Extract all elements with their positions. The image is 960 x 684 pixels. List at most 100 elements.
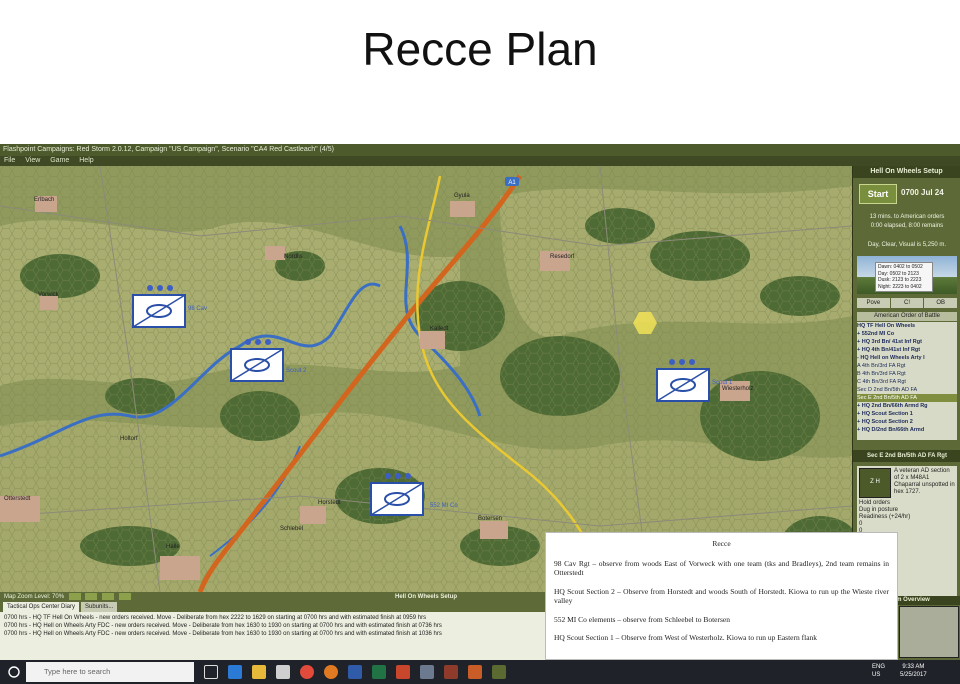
- minimap[interactable]: [899, 606, 959, 658]
- app-icon[interactable]: [444, 665, 458, 679]
- game-icon[interactable]: [492, 665, 506, 679]
- unit-label: 552 MI Co: [430, 503, 458, 509]
- clock-time: 9:33 AM: [902, 664, 925, 670]
- oob-item-selected[interactable]: Sec E 2nd Bn/5th AD FA: [857, 394, 957, 402]
- app-icon[interactable]: [420, 665, 434, 679]
- tab-c[interactable]: C!: [890, 298, 924, 308]
- store-icon[interactable]: [276, 665, 290, 679]
- slide-title: Recce Plan: [362, 23, 598, 75]
- note-item: HQ Scout Section 1 – Observe from West o…: [554, 633, 818, 642]
- taskbar-search[interactable]: Type here to search: [26, 662, 194, 682]
- elapsed-time: 0:00 elapsed, 8:00 remains: [870, 223, 944, 229]
- oob-item[interactable]: + 552nd MI Co: [857, 330, 957, 338]
- word-icon[interactable]: [348, 665, 362, 679]
- region-code: US: [872, 672, 881, 678]
- daylight-line: Dawn: 0402 to 0502: [878, 264, 923, 270]
- unit-label: Scout 2: [286, 368, 307, 374]
- recce-symbol-icon: [656, 368, 710, 402]
- town-label: Vorwick: [38, 292, 59, 298]
- town-label: Kalledt: [430, 326, 449, 332]
- town-label: Otterstedt: [4, 496, 31, 502]
- unit-label: 98 Cav: [188, 306, 208, 312]
- system-clock[interactable]: 9:33 AM 5/25/2017: [900, 663, 927, 679]
- unit-image: Z H: [859, 468, 891, 498]
- unit-line: 0: [859, 521, 863, 527]
- menu-view[interactable]: View: [25, 157, 40, 164]
- town-label: Horstedt: [318, 500, 341, 506]
- town-label: Nordlis: [284, 254, 303, 260]
- town-label: Halle: [166, 544, 180, 550]
- start-button[interactable]: Start: [859, 184, 897, 204]
- note-item: 98 Cav Rgt – observe from woods East of …: [554, 558, 889, 578]
- town-label: Wiesterholz: [722, 386, 754, 392]
- lang-code: ENG: [872, 664, 886, 670]
- oob-tree: HQ TF Hell On Wheels + 552nd MI Co + HQ …: [857, 322, 957, 440]
- oob-item[interactable]: A 4th Bn/3rd FA Rgt: [857, 362, 957, 370]
- powerpoint-icon[interactable]: [396, 665, 410, 679]
- oob-item[interactable]: Sec D 2nd Bn/5th AD FA: [857, 386, 957, 394]
- map-terrain: A1: [0, 166, 852, 592]
- town-label: Botersen: [478, 516, 503, 522]
- clock-date: 5/25/2017: [900, 672, 927, 678]
- recce-symbol-icon: [230, 348, 284, 382]
- chrome-icon[interactable]: [300, 665, 314, 679]
- town-label: Holtorf: [120, 436, 138, 442]
- town-label: Resedorf: [550, 254, 575, 260]
- unit-counter[interactable]: Scout 2: [230, 348, 306, 382]
- game-clock: 0700 Jul 24: [901, 188, 944, 197]
- town-label: Gyula: [454, 193, 470, 199]
- oob-item[interactable]: + HQ Scout Section 1: [857, 410, 957, 418]
- tab-subunits[interactable]: Subunits...: [81, 602, 118, 612]
- oob-title: American Order of Battle: [857, 312, 957, 321]
- edge-icon[interactable]: [228, 665, 242, 679]
- unit-counter[interactable]: Scout 1: [656, 368, 732, 402]
- recce-symbol-icon: [370, 482, 424, 516]
- windows-start-icon[interactable]: [8, 666, 20, 678]
- menu-file[interactable]: File: [4, 157, 15, 164]
- unit-line: Readiness (+24/hr): [859, 514, 911, 520]
- tab-pove[interactable]: Pove: [857, 298, 890, 308]
- note-title: Recce: [712, 539, 731, 548]
- app-icon[interactable]: [468, 665, 482, 679]
- road-marker: A1: [508, 180, 516, 186]
- unit-counter[interactable]: 552 MI Co: [370, 482, 458, 516]
- unit-label: Scout 1: [712, 380, 733, 386]
- recce-symbol-icon: [132, 294, 186, 328]
- tactical-map[interactable]: A1 Erlbach Vorwick Nordlis Gyula Resedor…: [0, 166, 852, 592]
- daylight-line: Night: 2223 to 0402: [878, 283, 922, 290]
- sidebar-header: Hell On Wheels Setup: [853, 166, 960, 178]
- unit-line: Hold orders: [859, 500, 891, 506]
- recce-note: Recce 98 Cav Rgt – observe from woods Ea…: [545, 532, 898, 660]
- oob-item[interactable]: C 4th Bn/3rd FA Rgt: [857, 378, 957, 386]
- note-item: HQ Scout Section 2 – Observe from Horste…: [554, 586, 889, 606]
- oob-item[interactable]: + HQ 4th Bn/41st Inf Rgt: [857, 346, 957, 354]
- unit-counter[interactable]: 98 Cav: [132, 294, 207, 328]
- explorer-icon[interactable]: [252, 665, 266, 679]
- unit-header: Sec E 2nd Bn/5th AD FA Rgt: [853, 450, 960, 462]
- note-item: 552 MI Co elements – observe from Schlee…: [554, 614, 731, 624]
- town-label: Erlbach: [34, 197, 55, 203]
- unit-line: Dug in posture: [859, 507, 899, 513]
- weather-text: Day, Clear, Visual is 5,250 m.: [867, 242, 947, 248]
- task-view-icon[interactable]: [204, 665, 218, 679]
- oob-item[interactable]: + HQ Scout Section 2: [857, 418, 957, 426]
- oob-item[interactable]: B 4th Bn/3rd FA Rgt: [857, 370, 957, 378]
- oob-item[interactable]: HQ TF Hell On Wheels: [857, 322, 957, 330]
- excel-icon[interactable]: [372, 665, 386, 679]
- taskbar: Type here to search ENG US 9:33 AM 5/25/…: [0, 660, 960, 684]
- menu-game[interactable]: Game: [50, 157, 69, 164]
- daylight-tooltip: Dawn: 0402 to 0502 Day: 0502 to 2123 Dus…: [875, 262, 933, 292]
- tab-ob[interactable]: OB: [924, 298, 958, 308]
- oob-item[interactable]: + HQ D/2nd Bn/66th Armd: [857, 426, 957, 434]
- window-title: Flashpoint Campaigns: Red Storm 2.0.12, …: [0, 144, 960, 156]
- sidebar-tabs: Pove C! OB: [857, 298, 958, 308]
- orders-timer: 13 mins. to American orders: [869, 214, 945, 220]
- town-label: Schlebel: [280, 526, 304, 532]
- language-indicator[interactable]: ENG US: [872, 663, 885, 679]
- oob-item[interactable]: + HQ 2nd Bn/66th Armd Rg: [857, 402, 957, 410]
- menu-help[interactable]: Help: [79, 157, 93, 164]
- firefox-icon[interactable]: [324, 665, 338, 679]
- tab-diary[interactable]: Tactical Ops Center Diary: [3, 602, 80, 612]
- oob-item[interactable]: - HQ Hell on Wheels Arty I: [857, 354, 957, 362]
- oob-item[interactable]: + HQ 3rd Bn/ 41st Inf Rgt: [857, 338, 957, 346]
